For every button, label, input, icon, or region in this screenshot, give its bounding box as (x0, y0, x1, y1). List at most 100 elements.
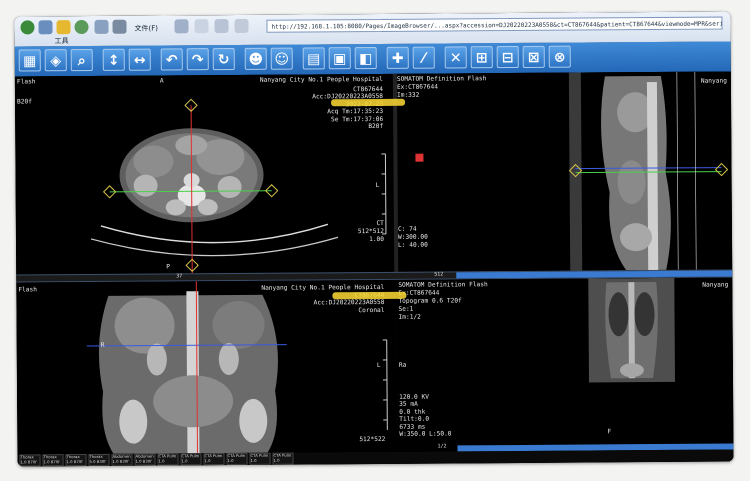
series-thumbnail[interactable]: Abdomen 1.0 B30f (134, 453, 156, 466)
coronal-image-number: Im:1/2 (398, 313, 421, 321)
thumbnail-label: Thorax 1.0 B70f (66, 454, 83, 464)
coronal-topogram: Topogram 0.6 T20f (398, 297, 462, 305)
axial-marker-a: A (159, 77, 164, 85)
person-flip-icon[interactable]: ☺ (270, 47, 293, 70)
reset-icon[interactable]: ↻ (212, 47, 235, 71)
axial-marker-square (415, 153, 424, 162)
axial-slice-counter: 37 (176, 273, 183, 280)
layout-1x2-icon[interactable]: ⊞ (470, 46, 493, 69)
coronal-viewport[interactable]: Flash Nanyang City No.1 People Hospital … (16, 279, 398, 455)
series-thumbnail[interactable]: Thorax 1.0 B70f (42, 454, 64, 467)
thumbnail-label: CTA Pulm 1.0 (181, 453, 200, 463)
print-icon[interactable] (112, 19, 127, 34)
coronal-page: 1/2 (437, 443, 447, 450)
address-bar[interactable]: http://192.168.1.105:8080/Pages/ImageBro… (266, 16, 723, 33)
rotate-right-icon[interactable]: ↷ (186, 48, 209, 71)
redaction-highlight-bottom (332, 291, 407, 300)
thumbnail-label: CTA Pulm 1.0 (227, 452, 246, 463)
home-icon[interactable] (234, 18, 249, 33)
zoom-icon[interactable]: ⌕ (70, 48, 93, 72)
thumbnail-label: Thorax 5.0 B30f (89, 453, 106, 464)
refresh-icon[interactable] (194, 19, 209, 34)
page-icon[interactable] (174, 19, 189, 34)
window-level-icon[interactable]: ◈ (44, 49, 67, 72)
series-icon[interactable]: ▤ (302, 47, 325, 70)
axial-series-label: Flash (16, 78, 36, 86)
axial-scan-info: CT 512*512 1.00 (358, 220, 384, 244)
layout-2x1-icon[interactable]: ⊠ (522, 45, 545, 68)
grid-icon[interactable]: ▦ (18, 49, 41, 72)
person-icon[interactable]: ☻ (244, 47, 267, 70)
axial-marker-p: P (166, 263, 170, 271)
axial-matrix: 512*512 (357, 227, 384, 236)
crosshair-icon[interactable]: ✚ (386, 46, 409, 69)
topogram-hospital: Nanyang (702, 281, 729, 289)
axial-kernel: B20f (368, 122, 384, 131)
axial-exam-id: Ex:CT867644 (396, 83, 438, 91)
coronal-marker-ra: Ra (398, 361, 407, 369)
layout-close-icon[interactable]: ⊗ (548, 45, 571, 68)
delete-icon[interactable]: ✕ (444, 46, 467, 69)
dicom-viewer: Flash B20f A Nanyang City No.1 People Ho… (14, 71, 734, 467)
series-thumbnail[interactable]: CTA Pulm 1.0 (226, 452, 248, 466)
axial-zoom: 1.00 (369, 235, 385, 244)
thumbnail-label: CTA Pulm 1.0 (204, 453, 223, 463)
rotate-left-icon[interactable]: ↶ (160, 48, 183, 71)
axial-info-panel: SOMATOM Definition Flash Ex:CT867644 Im:… (394, 72, 567, 272)
coronal-info-panel: SOMATOM Definition Flash Ex:CT867644 Top… (396, 278, 568, 452)
stop-icon[interactable] (214, 19, 229, 34)
thumbnail-label: Abdomen 1.0 B30f (112, 453, 131, 464)
axial-acq-time: Acq Tm:17:35:23 (327, 108, 384, 116)
series-thumbnail[interactable]: CTA Pulm 1.0 (203, 453, 225, 466)
layout-2x2-icon[interactable]: ⊟ (496, 45, 519, 69)
layout-icon[interactable]: ▣ (328, 47, 351, 70)
sagittal-viewport[interactable]: Nanyang (564, 71, 733, 271)
sagittal-image (568, 71, 729, 271)
axial-kernel-label: B20f (17, 98, 32, 106)
coronal-orientation: Coronal (358, 306, 385, 314)
axial-info-block: CT867644 Acc:DJ20220223A0558 2022-02-23 … (312, 86, 383, 131)
axial-window-block: C: 74 W:300.00 L: 40.00 (398, 226, 428, 250)
series-thumbnail[interactable]: Thorax 1.0 B70f (65, 454, 87, 467)
axial-w-value: W:300.00 (397, 233, 428, 241)
axial-marker-l: L (375, 181, 380, 189)
measure-icon[interactable]: ⁄ (412, 46, 435, 69)
coronal-marker-r: R (100, 341, 105, 349)
search-icon[interactable] (38, 20, 53, 35)
back-icon[interactable] (20, 20, 35, 35)
file-menu[interactable]: 文件(F) (134, 24, 158, 34)
thumbnail-label: Abdomen 1.0 B30f (135, 453, 154, 464)
series-thumbnail[interactable]: CTA Pulm 1.0 (249, 452, 271, 465)
coronal-marker-l: L (376, 361, 381, 369)
thumbnail-label: Thorax 1.0 B70f (43, 454, 60, 464)
history-icon[interactable] (74, 19, 89, 35)
favorites-star-icon[interactable] (56, 20, 71, 35)
axial-modality: CT (376, 219, 384, 227)
mail-icon[interactable] (94, 19, 109, 34)
series-thumbnail[interactable]: CTA Pulm 1.0 (180, 453, 202, 466)
tools-menu[interactable]: 工具 (55, 36, 69, 46)
coronal-window: W:350.0 L:50.0 (399, 430, 452, 438)
coronal-series-label: Flash (18, 286, 38, 294)
invert-icon[interactable]: ◧ (354, 46, 377, 70)
topogram-image (588, 277, 676, 383)
series-thumbnail[interactable]: Abdomen 1.0 B30f (111, 453, 133, 466)
coronal-matrix: 512*522 (359, 435, 386, 444)
axial-hospital: Nanyang City No.1 People Hospital (259, 75, 383, 84)
topogram-marker-f: F (607, 428, 612, 436)
coronal-series: Se:1 (398, 305, 414, 313)
axial-l-value: L: 40.00 (398, 241, 428, 249)
pan-horizontal-icon[interactable]: ↔ (128, 48, 151, 71)
redaction-highlight-top (331, 98, 406, 107)
series-thumbnail[interactable]: Thorax 1.0 B70f (19, 454, 41, 467)
thumbnail-label: CTA Pulm 1.0 (273, 452, 292, 463)
axial-c-value: C: 74 (397, 225, 417, 233)
pan-vertical-icon[interactable]: ↕ (102, 48, 125, 71)
series-thumbnail[interactable]: CTA Pulm 1.0 (272, 452, 294, 465)
thumbnail-label: Thorax 1.0 B70f (20, 454, 37, 464)
series-thumbnail[interactable]: CTA Pulm 1.0 (157, 453, 179, 466)
thumbnail-label: CTA Pulm 1.0 (158, 453, 177, 464)
monitor-screen: 文件(F) http://192.168.1.105:8080/Pages/Im… (14, 11, 734, 467)
series-thumbnail[interactable]: Thorax 5.0 B30f (88, 453, 110, 466)
topogram-viewport[interactable]: Nanyang F (566, 277, 734, 451)
